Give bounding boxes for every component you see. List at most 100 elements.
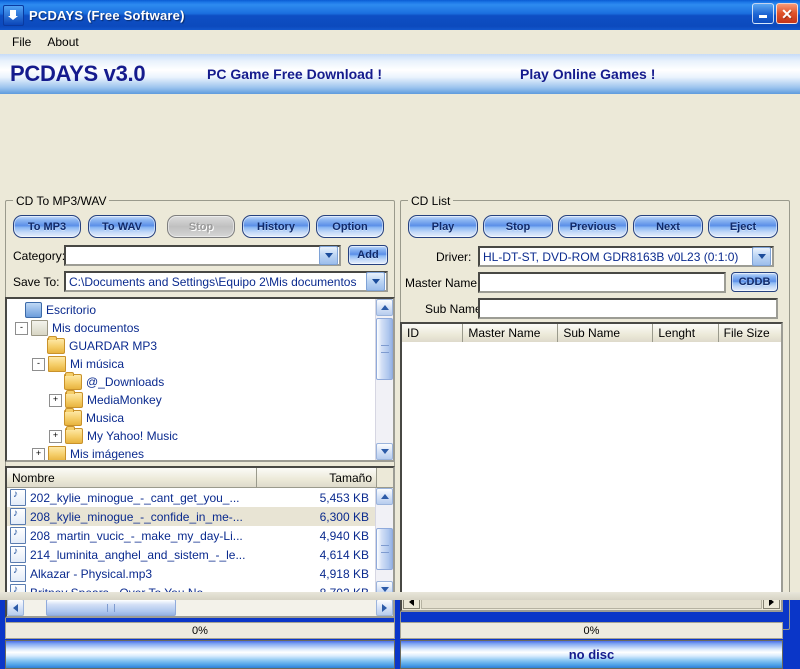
master-name-input[interactable] [478, 272, 726, 293]
main-content: CD To MP3/WAV To MP3 To WAV Stop History… [0, 94, 800, 669]
scroll-up-button[interactable] [376, 488, 393, 505]
window-controls: ✕ [752, 3, 798, 24]
category-label: Category: [13, 249, 66, 263]
sub-name-input[interactable] [478, 298, 778, 319]
column-header-master-name[interactable]: Master Name [463, 324, 559, 342]
column-header-tamano[interactable]: Tamaño [257, 468, 377, 487]
tree-item-guardar-mp3[interactable]: GUARDAR MP3 [7, 336, 375, 355]
expand-toggle[interactable]: + [49, 429, 62, 443]
column-header-sub-name[interactable]: Sub Name [558, 324, 654, 342]
window-title: PCDAYS (Free Software) [29, 7, 185, 23]
documents-folder-icon [31, 320, 48, 336]
folder-tree[interactable]: Escritorio - Mis documentos GUARDAR MP3 … [5, 297, 395, 462]
tree-item-mis-documentos[interactable]: - Mis documentos [7, 319, 375, 337]
to-mp3-button[interactable]: To MP3 [13, 215, 81, 238]
collapse-toggle[interactable]: - [15, 321, 28, 335]
tree-item-my-yahoo-music[interactable]: + My Yahoo! Music [7, 426, 375, 445]
conversion-status-bar [5, 640, 395, 669]
tree-item-label: Mis imágenes [70, 447, 145, 460]
collapse-toggle[interactable]: - [32, 357, 45, 371]
file-name: Alkazar - Physical.mp3 [30, 566, 153, 581]
folder-icon [64, 372, 82, 390]
expand-toggle[interactable]: + [32, 447, 45, 460]
minimize-button[interactable] [752, 3, 774, 24]
category-combobox[interactable] [64, 245, 341, 266]
application-window: PCDAYS (Free Software) ✕ File About PCDA… [0, 0, 800, 669]
scroll-thumb[interactable] [376, 528, 393, 570]
table-row[interactable]: Alkazar - Physical.mp3 4,918 KB [7, 564, 375, 583]
chevron-down-icon[interactable] [319, 246, 338, 265]
table-row[interactable]: 214_luminita_anghel_and_sistem_-_le... 4… [7, 545, 375, 564]
stop-conversion-button: Stop [167, 215, 235, 238]
scroll-up-button[interactable] [376, 299, 393, 316]
tree-item-escritorio[interactable]: Escritorio [7, 301, 375, 319]
close-button[interactable]: ✕ [776, 3, 798, 24]
table-row[interactable]: 208_martin_vucic_-_make_my_day-Li... 4,9… [7, 526, 375, 545]
file-name: 214_luminita_anghel_and_sistem_-_le... [30, 547, 246, 562]
cd-to-mp3-group-label: CD To MP3/WAV [13, 194, 110, 208]
column-header-file-size[interactable]: File Size [718, 324, 781, 342]
add-category-button[interactable]: Add [348, 245, 388, 265]
mp3-file-icon [10, 546, 26, 563]
folder-icon [64, 408, 82, 426]
column-header-id[interactable]: ID [402, 324, 464, 342]
driver-value: HL-DT-ST, DVD-ROM GDR8163B v0L23 (0:1:0) [483, 249, 739, 264]
banner-tagline-right[interactable]: Play Online Games ! [520, 66, 655, 82]
column-header-lenght[interactable]: Lenght [653, 324, 719, 342]
scroll-track[interactable] [24, 599, 376, 616]
tree-item-mediamonkey[interactable]: + MediaMonkey [7, 390, 375, 409]
master-name-label: Master Name: [405, 276, 481, 290]
file-name: 208_martin_vucic_-_make_my_day-Li... [30, 528, 243, 543]
expand-toggle[interactable]: + [49, 393, 62, 407]
banner-tagline-left[interactable]: PC Game Free Download ! [207, 66, 382, 82]
cd-track-table-header: ID Master Name Sub Name Lenght File Size [402, 324, 781, 342]
table-row[interactable]: 202_kylie_minogue_-_cant_get_you_... 5,4… [7, 488, 375, 507]
menu-item-about[interactable]: About [39, 33, 86, 51]
scroll-thumb[interactable] [376, 318, 393, 380]
tree-item-musica[interactable]: Musica [7, 408, 375, 427]
chevron-down-icon[interactable] [366, 272, 385, 291]
stop-playback-button[interactable]: Stop [483, 215, 553, 238]
menu-item-file[interactable]: File [4, 33, 39, 51]
table-row[interactable]: 208_kylie_minogue_-_confide_in_me-... 6,… [7, 507, 375, 526]
tree-item-label: MediaMonkey [87, 393, 162, 407]
eject-button[interactable]: Eject [708, 215, 778, 238]
cddb-button[interactable]: CDDB [731, 272, 778, 292]
mp3-file-icon [10, 527, 26, 544]
tree-item-mis-imagenes[interactable]: + Mis imágenes [7, 445, 375, 460]
file-size: 4,918 KB [319, 566, 369, 581]
scroll-right-button[interactable] [376, 599, 393, 616]
folder-icon [65, 390, 83, 408]
tree-item-downloads[interactable]: @_Downloads [7, 372, 375, 391]
file-size: 4,614 KB [319, 547, 369, 562]
scroll-left-button[interactable] [7, 599, 24, 616]
sub-name-label: Sub Name: [425, 302, 486, 316]
file-list-horizontal-scrollbar[interactable] [7, 599, 393, 616]
column-header-nombre[interactable]: Nombre [7, 468, 257, 487]
mp3-file-icon [10, 489, 26, 506]
file-list-vertical-scrollbar[interactable] [375, 488, 393, 598]
save-to-combobox[interactable]: C:\Documents and Settings\Equipo 2\Mis d… [64, 271, 388, 292]
tree-vertical-scrollbar[interactable] [375, 299, 393, 460]
to-wav-button[interactable]: To WAV [88, 215, 156, 238]
scroll-thumb[interactable] [46, 599, 176, 616]
play-button[interactable]: Play [408, 215, 478, 238]
tree-item-label: Mi música [70, 357, 125, 371]
chevron-down-icon[interactable] [752, 247, 771, 266]
window-bottom-edge [0, 592, 800, 600]
folder-icon [65, 426, 83, 444]
next-button[interactable]: Next [633, 215, 703, 238]
app-icon [3, 4, 24, 26]
cd-track-table[interactable]: ID Master Name Sub Name Lenght File Size [400, 322, 783, 612]
file-list-header: Nombre Tamaño [7, 468, 393, 488]
menu-bar: File About [0, 30, 800, 54]
scroll-down-button[interactable] [376, 443, 393, 460]
tree-item-mi-musica[interactable]: - Mi música [7, 355, 375, 373]
save-to-value: C:\Documents and Settings\Equipo 2\Mis d… [69, 274, 357, 289]
tree-item-label: GUARDAR MP3 [69, 339, 158, 353]
file-size: 6,300 KB [319, 509, 369, 524]
option-button[interactable]: Option [316, 215, 384, 238]
driver-combobox[interactable]: HL-DT-ST, DVD-ROM GDR8163B v0L23 (0:1:0) [478, 246, 774, 267]
history-button[interactable]: History [242, 215, 310, 238]
previous-button[interactable]: Previous [558, 215, 628, 238]
